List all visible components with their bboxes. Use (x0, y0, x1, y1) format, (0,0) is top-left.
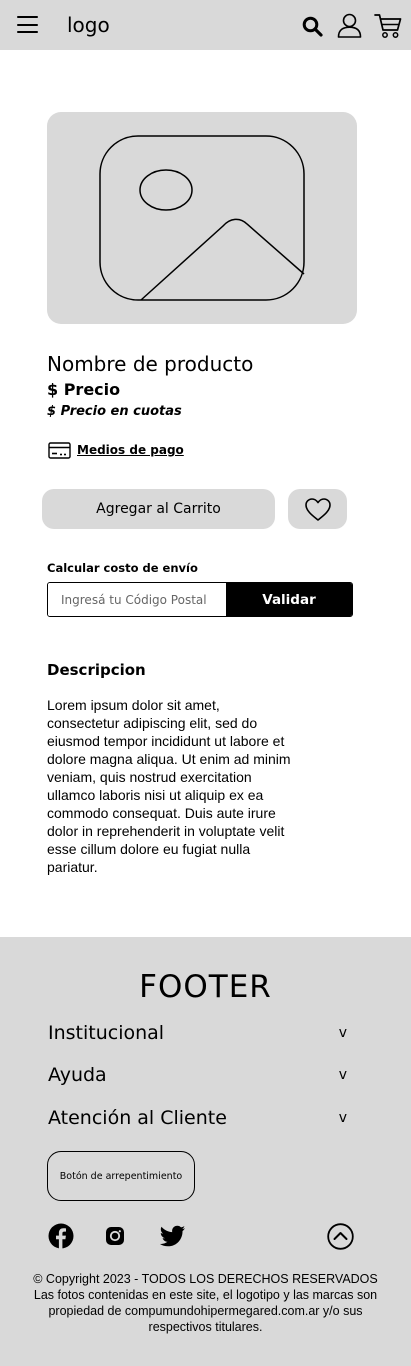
footer-section-institucional[interactable]: Institucional v (48, 1020, 351, 1046)
chevron-down-icon: v (338, 1110, 347, 1126)
footer-section-label: Atención al Cliente (48, 1107, 227, 1129)
regret-button[interactable]: Botón de arrepentimiento (47, 1151, 195, 1201)
footer-section-label: Institucional (48, 1022, 165, 1044)
product-image[interactable] (47, 112, 357, 324)
chevron-down-icon: v (338, 1067, 347, 1083)
footer-section-atencion-al-cliente[interactable]: Atención al Cliente v (48, 1105, 351, 1131)
copyright-line: © Copyright 2023 - TODOS LOS DERECHOS RE… (33, 1272, 378, 1286)
postal-code-input[interactable] (48, 583, 226, 616)
payment-methods-link[interactable]: Medios de pago (48, 441, 184, 459)
facebook-icon[interactable] (48, 1223, 74, 1249)
instagram-icon[interactable] (102, 1223, 128, 1249)
twitter-icon[interactable] (160, 1223, 186, 1249)
favorite-button[interactable] (288, 489, 347, 529)
chevron-down-icon: v (338, 1025, 347, 1041)
shipping-form: Validar (47, 582, 353, 617)
shipping-title: Calcular costo de envío (47, 561, 198, 575)
site-header: logo (0, 0, 411, 50)
product-name: Nombre de producto (47, 352, 254, 376)
user-icon[interactable] (337, 13, 362, 38)
credit-card-icon (48, 441, 71, 459)
add-to-cart-button[interactable]: Agregar al Carrito (42, 489, 275, 529)
footer-section-ayuda[interactable]: Ayuda v (48, 1062, 351, 1088)
chevron-up-circle-icon[interactable] (327, 1223, 354, 1250)
legal-notice: Las fotos contenidas en este site, el lo… (33, 1288, 378, 1334)
description-body: Lorem ipsum dolor sit amet, consectetur … (47, 697, 291, 875)
footer-section-label: Ayuda (48, 1064, 107, 1086)
hamburger-menu-icon[interactable] (17, 16, 38, 33)
search-icon[interactable] (302, 16, 323, 37)
product-price: $ Precio (47, 380, 121, 399)
validate-button[interactable]: Validar (226, 583, 352, 616)
copyright-text: © Copyright 2023 - TODOS LOS DERECHOS RE… (20, 1271, 391, 1335)
logo[interactable]: logo (67, 13, 110, 37)
heart-icon (304, 497, 331, 521)
image-placeholder-icon (99, 135, 305, 301)
cart-icon[interactable] (374, 13, 402, 39)
description-title: Descripcion (47, 661, 146, 679)
payment-methods-label: Medios de pago (77, 443, 184, 457)
footer-title: FOOTER (139, 969, 272, 1005)
site-footer: FOOTER Institucional v Ayuda v Atención … (0, 937, 411, 1366)
product-installment-price: $ Precio en cuotas (47, 404, 182, 419)
